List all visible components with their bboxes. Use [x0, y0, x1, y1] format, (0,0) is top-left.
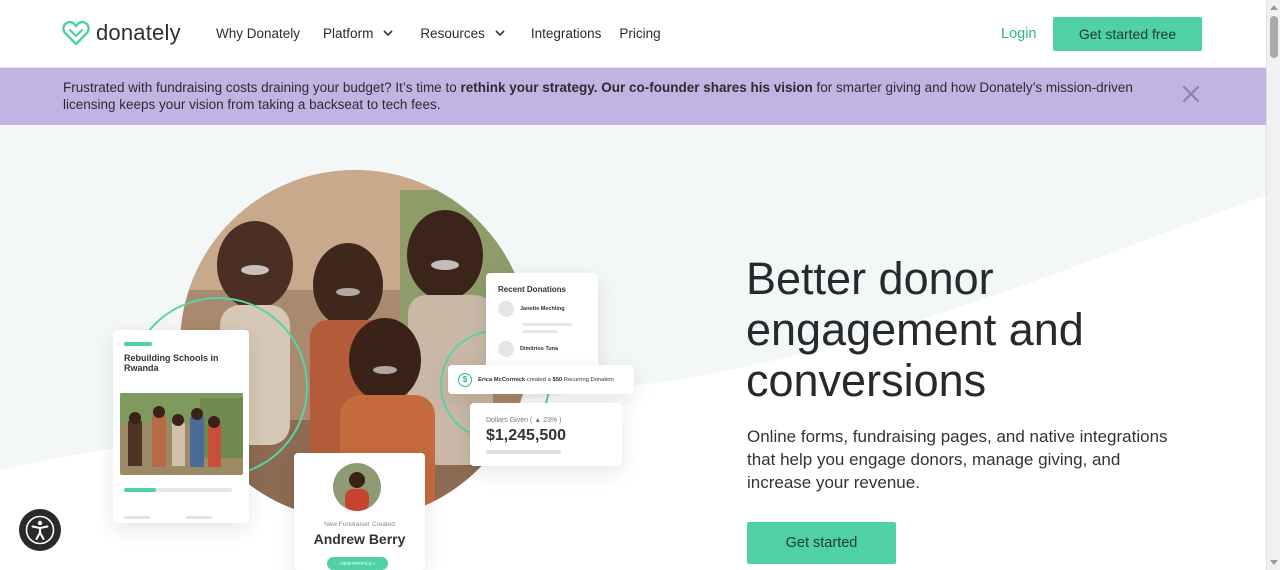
- scroll-thumb[interactable]: [1270, 16, 1278, 58]
- placeholder-line: [124, 516, 150, 519]
- banner-text-start: Frustrated with fundraising costs draini…: [63, 80, 461, 95]
- placeholder-line: [522, 330, 558, 333]
- main-nav: Why Donately Platform Resources Integrat…: [216, 26, 661, 41]
- campaign-progress-fill: [124, 488, 157, 492]
- donation-row: Janette Mechling: [498, 301, 565, 317]
- dollars-given-card: Dollars Given ( ▲ 23% ) $1,245,500: [470, 403, 622, 466]
- login-link[interactable]: Login: [1001, 26, 1036, 42]
- heart-logo-icon: [62, 20, 90, 46]
- notification-action: created a: [526, 376, 551, 383]
- nav-label: Pricing: [619, 26, 661, 41]
- donor-name: Dimitrios Tuna: [520, 346, 559, 352]
- fundraiser-label: New Fundraiser Created: [324, 521, 395, 528]
- notification-text: Erica McCormick created a $50 Recurring …: [478, 377, 614, 383]
- campaign-image: [120, 393, 243, 475]
- nav-resources[interactable]: Resources: [420, 26, 505, 41]
- campaign-progress: [124, 488, 232, 492]
- hero-subtext: Online forms, fundraising pages, and nat…: [747, 427, 1168, 492]
- page-scrollbar[interactable]: [1266, 0, 1280, 570]
- nav-label: Platform: [323, 26, 374, 41]
- avatar: [498, 301, 514, 317]
- accessibility-button[interactable]: [19, 509, 61, 551]
- recurring-donation-notification: $ Erica McCormick created a $50 Recurrin…: [448, 365, 634, 394]
- nav-label: Resources: [420, 26, 485, 41]
- banner-text: Frustrated with fundraising costs draini…: [63, 79, 1153, 113]
- banner-link[interactable]: rethink your strategy. Our co-founder sh…: [460, 80, 812, 95]
- donor-name: Erica McCormick: [478, 376, 526, 383]
- logo-text: donately: [96, 20, 181, 45]
- site-header: donately Why Donately Platform Resources…: [0, 0, 1266, 68]
- new-fundraiser-card: New Fundraiser Created Andrew Berry VIEW…: [294, 453, 425, 570]
- donation-row: Dimitrios Tuna: [498, 341, 558, 357]
- donor-name: Janette Mechling: [520, 306, 565, 312]
- nav-integrations[interactable]: Integrations: [531, 26, 602, 41]
- accessibility-icon: [25, 515, 55, 545]
- placeholder-line: [186, 516, 212, 519]
- avatar: [498, 341, 514, 357]
- nav-label: Why Donately: [216, 26, 301, 41]
- campaign-card: Rebuilding Schools in Rwanda: [113, 330, 249, 523]
- card-accent: [124, 342, 152, 346]
- get-started-button[interactable]: Get started: [747, 522, 896, 564]
- donation-type: Recurring Donation: [563, 376, 614, 383]
- hero-headline: Better donor engagement and conversions: [746, 253, 1084, 406]
- placeholder-line: [522, 323, 572, 326]
- nav-platform[interactable]: Platform: [323, 26, 393, 41]
- chevron-down-icon: [495, 30, 505, 37]
- scroll-up-arrow[interactable]: [1270, 5, 1278, 10]
- get-started-free-button[interactable]: Get started free: [1053, 17, 1202, 51]
- announcement-banner: Frustrated with fundraising costs draini…: [0, 68, 1266, 125]
- dollar-icon: $: [458, 372, 472, 387]
- hero-section: Rebuilding Schools in Rwanda Recent Dona…: [0, 125, 1266, 570]
- view-profile-button[interactable]: VIEW PROFILE »: [327, 557, 388, 570]
- recent-donations-title: Recent Donations: [498, 285, 567, 294]
- chevron-down-icon: [383, 30, 393, 37]
- dollars-given-amount: $1,245,500: [486, 427, 567, 444]
- logo[interactable]: donately: [62, 20, 181, 46]
- dollars-given-label: Dollars Given ( ▲ 23% ): [486, 417, 562, 424]
- placeholder-line: [486, 450, 561, 454]
- scroll-down-arrow[interactable]: [1270, 560, 1278, 565]
- donation-amount: $50: [552, 376, 563, 383]
- recent-donations-card: Recent Donations Janette Mechling Dimitr…: [486, 273, 598, 370]
- close-icon[interactable]: [1181, 84, 1201, 104]
- campaign-title: Rebuilding Schools in Rwanda: [124, 353, 219, 373]
- nav-pricing[interactable]: Pricing: [619, 26, 660, 41]
- nav-why-donately[interactable]: Why Donately: [216, 26, 300, 41]
- fundraiser-name: Andrew Berry: [313, 531, 406, 547]
- fundraiser-avatar: [333, 463, 381, 511]
- nav-label: Integrations: [530, 26, 602, 41]
